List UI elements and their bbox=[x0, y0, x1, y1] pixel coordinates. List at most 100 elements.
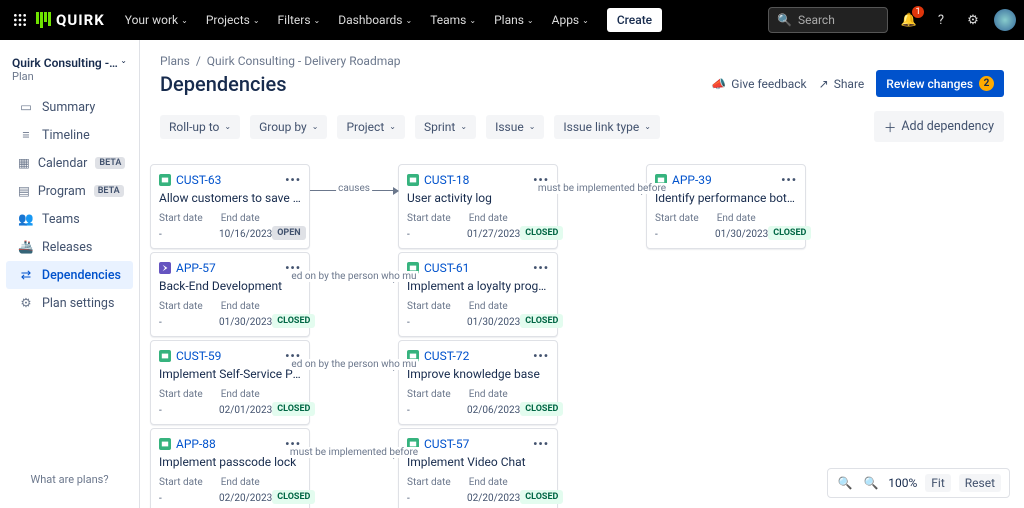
dependency-label: causes bbox=[336, 183, 372, 194]
issue-card-APP-39[interactable]: APP-39•••Identify performance bottleneck… bbox=[646, 164, 806, 249]
sidebar-item-plan-settings[interactable]: ⚙ Plan settings bbox=[6, 289, 133, 317]
status-badge: CLOSED bbox=[520, 314, 563, 328]
card-more-icon[interactable]: ••• bbox=[781, 173, 797, 187]
sidebar-item-label: Timeline bbox=[42, 128, 90, 143]
settings-icon: ⚙ bbox=[18, 295, 34, 311]
issue-card-CUST-63[interactable]: CUST-63 ••• Allow customers to save their … bbox=[150, 164, 310, 249]
sidebar-item-teams[interactable]: 👥Teams bbox=[6, 205, 133, 233]
issue-key[interactable]: CUST-18 bbox=[407, 173, 469, 187]
sidebar-item-label: Plan settings bbox=[42, 296, 114, 311]
end-date: 01/30/2023 bbox=[467, 317, 520, 328]
chevron-down-icon: ⌄ bbox=[314, 16, 321, 25]
chevron-down-icon: ⌄ bbox=[469, 16, 476, 25]
app-switcher-icon[interactable] bbox=[8, 8, 32, 32]
dependency-canvas[interactable]: CUST-63 ••• Allow customers to save their … bbox=[140, 154, 1024, 508]
epic-icon bbox=[159, 262, 171, 274]
filter-bar: Roll-up to⌄ Group by⌄ Project⌄ Sprint⌄ Issue… bbox=[140, 107, 1024, 154]
zoom-fit-button[interactable]: Fit bbox=[925, 474, 950, 492]
chevron-down-icon: ⌄ bbox=[644, 122, 651, 131]
card-more-icon[interactable]: ••• bbox=[533, 437, 549, 451]
issue-key[interactable]: APP-88 bbox=[159, 437, 216, 451]
issue-card-CUST-18[interactable]: CUST-18•••User activity logStart dateEnd… bbox=[398, 164, 558, 249]
nav-dashboards[interactable]: Dashboards⌄ bbox=[330, 7, 420, 33]
search-icon: 🔍 bbox=[777, 13, 792, 27]
status-badge: CLOSED bbox=[272, 314, 315, 328]
sidebar-item-timeline[interactable]: ≡ Timeline bbox=[6, 121, 133, 149]
issue-card-APP-57[interactable]: APP-57•••Back-End DevelopmentStart dateE… bbox=[150, 252, 310, 337]
card-more-icon[interactable]: ••• bbox=[285, 173, 301, 187]
summary-icon: ▭ bbox=[18, 99, 34, 115]
share-button[interactable]: ↗Share bbox=[819, 77, 865, 91]
sidebar-item-calendar[interactable]: ▦CalendarBETA bbox=[6, 149, 133, 177]
story-icon bbox=[407, 174, 419, 186]
topbar: QUIRK Your work⌄Projects⌄Filters⌄Dashboa… bbox=[0, 0, 1024, 40]
chevron-down-icon: ⌄ bbox=[529, 122, 536, 131]
story-icon bbox=[159, 350, 171, 362]
sidebar-item-program[interactable]: ▤ProgramBETA bbox=[6, 177, 133, 205]
settings-icon[interactable]: ⚙ bbox=[962, 9, 984, 31]
issue-summary: Identify performance bottlenecks bbox=[655, 191, 797, 205]
status-badge: CLOSED bbox=[520, 490, 563, 504]
filter-group-by[interactable]: Group by⌄ bbox=[250, 115, 327, 139]
filter-project[interactable]: Project⌄ bbox=[337, 115, 405, 139]
breadcrumb-project[interactable]: Quirk Consulting - Delivery Roadmap bbox=[207, 54, 401, 68]
avatar[interactable] bbox=[994, 9, 1016, 31]
sidebar-item-summary[interactable]: ▭Summary bbox=[6, 93, 133, 121]
issue-key[interactable]: CUST-63 bbox=[159, 173, 221, 187]
nav-projects[interactable]: Projects⌄ bbox=[198, 7, 268, 33]
issue-summary: Allow customers to save their shopping c… bbox=[159, 191, 301, 205]
help-icon[interactable]: ? bbox=[930, 9, 952, 31]
main: Plans / Quirk Consulting - Delivery Road… bbox=[140, 40, 1024, 508]
notif-badge: 1 bbox=[912, 6, 924, 18]
sidebar-item-releases[interactable]: 🚢Releases bbox=[6, 233, 133, 261]
nav-apps[interactable]: Apps⌄ bbox=[544, 7, 597, 33]
end-date: 02/06/2023 bbox=[467, 405, 520, 416]
status-badge: CLOSED bbox=[272, 402, 315, 416]
sidebar-item-dependencies[interactable]: ⇄Dependencies bbox=[6, 261, 133, 289]
issue-card-CUST-57[interactable]: CUST-57•••Implement Video ChatStart date… bbox=[398, 428, 558, 508]
nav-your-work[interactable]: Your work⌄ bbox=[117, 7, 196, 33]
filter-issue-link-type[interactable]: Issue link type⌄ bbox=[554, 115, 660, 139]
megaphone-icon: 📣 bbox=[711, 77, 726, 91]
review-changes-button[interactable]: Review changes2 bbox=[876, 70, 1004, 97]
issue-summary: Implement Self-Service Portal bbox=[159, 367, 301, 381]
issue-key[interactable]: CUST-59 bbox=[159, 349, 221, 363]
issue-summary: Back-End Development bbox=[159, 279, 301, 293]
search-placeholder: Search bbox=[798, 13, 835, 27]
end-date: 02/01/2023 bbox=[219, 405, 272, 416]
breadcrumb-plans[interactable]: Plans bbox=[160, 54, 190, 68]
create-button[interactable]: Create bbox=[607, 8, 662, 32]
logo[interactable]: QUIRK bbox=[36, 11, 105, 29]
card-more-icon[interactable]: ••• bbox=[533, 261, 549, 275]
notifications-icon[interactable]: 🔔1 bbox=[898, 9, 920, 31]
nav-teams[interactable]: Teams⌄ bbox=[422, 7, 484, 33]
card-more-icon[interactable]: ••• bbox=[533, 349, 549, 363]
issue-card-CUST-72[interactable]: CUST-72•••Improve knowledge baseStart da… bbox=[398, 340, 558, 425]
what-are-plans-link[interactable]: What are plans? bbox=[0, 461, 139, 498]
add-dependency-button[interactable]: ＋Add dependency bbox=[874, 111, 1004, 142]
filter-issue[interactable]: Issue⌄ bbox=[486, 115, 544, 139]
issue-card-CUST-59[interactable]: CUST-59•••Implement Self-Service PortalS… bbox=[150, 340, 310, 425]
search-input[interactable]: 🔍 Search bbox=[768, 7, 888, 33]
filter-roll-up-to[interactable]: Roll-up to⌄ bbox=[160, 115, 240, 139]
zoom-reset-button[interactable]: Reset bbox=[959, 474, 1001, 492]
chevron-down-icon: ⌄ bbox=[181, 16, 188, 25]
issue-card-APP-88[interactable]: APP-88•••Implement passcode lockStart da… bbox=[150, 428, 310, 508]
filter-sprint[interactable]: Sprint⌄ bbox=[415, 115, 476, 139]
review-count-badge: 2 bbox=[979, 76, 994, 91]
start-date: - bbox=[407, 405, 449, 416]
issue-summary: User activity log bbox=[407, 191, 549, 205]
logo-text: QUIRK bbox=[56, 11, 105, 29]
nav-filters[interactable]: Filters⌄ bbox=[270, 7, 329, 33]
chevron-down-icon: ⌄ bbox=[389, 122, 396, 131]
give-feedback-button[interactable]: 📣Give feedback bbox=[711, 77, 806, 91]
project-selector[interactable]: Quirk Consulting - Delive... Plan ⌄ bbox=[0, 50, 139, 93]
zoom-in-icon[interactable]: 🔍 bbox=[862, 474, 880, 492]
chevron-down-icon: ⌄ bbox=[527, 16, 534, 25]
issue-card-CUST-61[interactable]: CUST-61•••Implement a loyalty program fo… bbox=[398, 252, 558, 337]
issue-key[interactable]: APP-57 bbox=[159, 261, 216, 275]
start-date: - bbox=[655, 229, 697, 240]
nav-plans[interactable]: Plans⌄ bbox=[486, 7, 542, 33]
timeline-icon: ≡ bbox=[18, 127, 34, 143]
zoom-out-icon[interactable]: 🔍 bbox=[836, 474, 854, 492]
